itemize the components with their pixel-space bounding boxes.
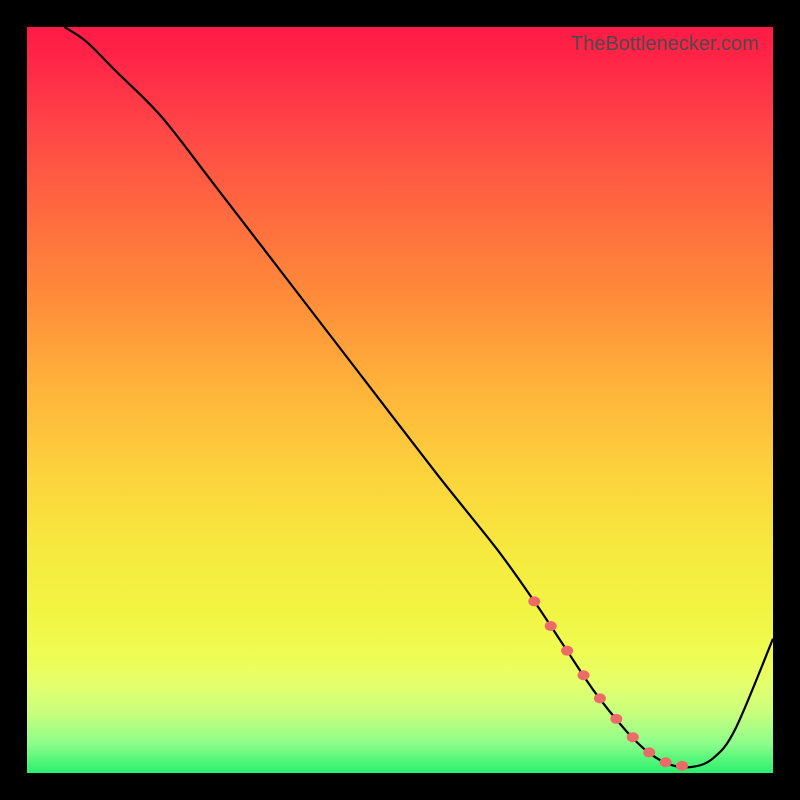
curve-marker bbox=[594, 693, 606, 703]
watermark-text: TheBottlenecker.com bbox=[571, 33, 759, 56]
plot-area: TheBottlenecker.com bbox=[27, 27, 773, 773]
curve-marker bbox=[561, 646, 573, 656]
curve-marker bbox=[660, 757, 672, 767]
curve-marker bbox=[545, 621, 557, 631]
curve-marker bbox=[610, 714, 622, 724]
curve-marker bbox=[676, 761, 688, 771]
bottleneck-curve bbox=[27, 27, 773, 773]
curve-marker bbox=[578, 670, 590, 680]
curve-marker bbox=[643, 747, 655, 757]
curve-marker bbox=[528, 596, 540, 606]
chart-frame: TheBottlenecker.com bbox=[0, 0, 800, 800]
curve-marker bbox=[627, 732, 639, 742]
